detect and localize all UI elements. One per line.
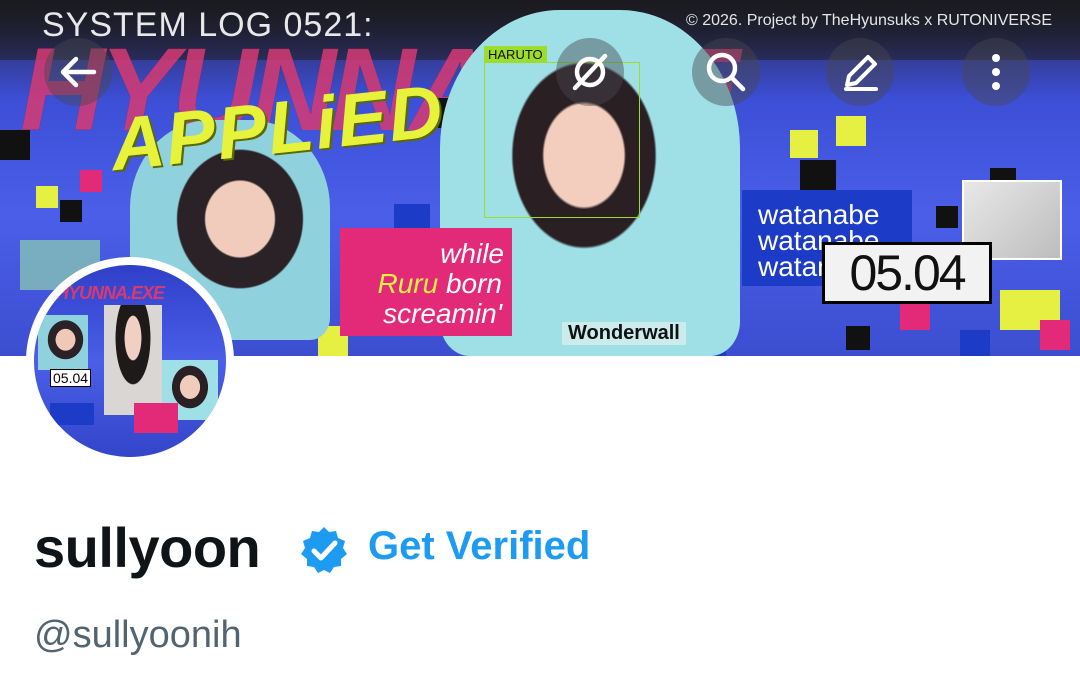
edit-button[interactable]: [826, 38, 894, 106]
pink-line-1: while: [440, 238, 504, 269]
avatar-pink-box: [134, 403, 178, 433]
pixel-square: [846, 326, 870, 350]
pixel-square: [960, 330, 990, 356]
pink-line-2-rest: born: [445, 268, 502, 299]
user-handle: @sullyoonih: [34, 614, 242, 656]
banner-shirt-text: Wonderwall: [562, 322, 686, 345]
more-vertical-icon: [992, 54, 1000, 90]
grok-icon: [572, 53, 608, 91]
pixel-square: [0, 130, 30, 160]
pixel-square: [36, 186, 58, 208]
avatar-date: 05.04: [50, 369, 92, 387]
search-button[interactable]: [692, 38, 760, 106]
banner-name-tag: HARUTO: [484, 46, 547, 63]
profile-avatar[interactable]: HYUNNA.EXE 05.04: [26, 257, 234, 465]
pixel-square: [836, 116, 866, 146]
display-name: sullyoon: [34, 516, 261, 579]
pink-line-2-highlight: Ruru: [377, 268, 439, 299]
arrow-left-icon: [60, 56, 97, 88]
pencil-icon: [844, 55, 878, 91]
pixel-square: [60, 200, 82, 222]
back-button[interactable]: [44, 38, 112, 106]
pixel-square: [936, 206, 958, 228]
pink-line-3: screamin': [383, 298, 502, 329]
avatar-title: HYUNNA.EXE: [56, 283, 165, 303]
pink-line-2: Ruru born: [377, 268, 502, 300]
more-options-button[interactable]: [962, 38, 1030, 106]
pixel-square: [790, 130, 818, 158]
banner-copyright: © 2026. Project by TheHyunsuks x RUTONIV…: [685, 12, 1052, 29]
pixel-square: [80, 170, 102, 192]
avatar-image: HYUNNA.EXE 05.04: [34, 265, 226, 457]
grok-button[interactable]: [556, 38, 624, 106]
verified-badge-icon[interactable]: [298, 524, 350, 576]
pixel-square: [1040, 320, 1070, 350]
get-verified-link[interactable]: Get Verified: [368, 524, 590, 569]
avatar-figure-center: [104, 305, 162, 415]
avatar-blue-box: [50, 403, 94, 425]
banner-system-log: SYSTEM LOG 0521:: [42, 6, 374, 44]
avatar-figure-left: [38, 315, 88, 370]
pixel-square: [900, 300, 930, 330]
search-icon: [706, 52, 746, 92]
banner-date: 05.04: [822, 242, 992, 304]
banner-pink-box: while Ruru born screamin': [340, 228, 512, 336]
